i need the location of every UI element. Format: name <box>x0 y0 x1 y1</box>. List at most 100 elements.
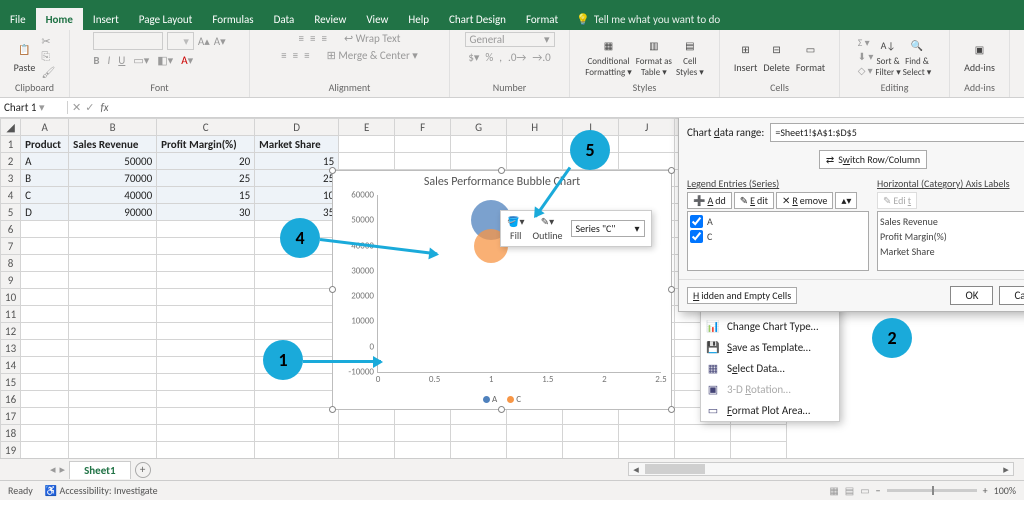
sheet-nav-prev[interactable]: ◂ <box>50 463 56 476</box>
row-header[interactable]: 6 <box>1 221 21 238</box>
format-painter-icon[interactable]: 🖌 <box>41 66 55 79</box>
fill-dropdown[interactable]: 🪣▾Fill <box>507 215 524 242</box>
axis-listbox[interactable]: Sales Revenue Profit Margin(%) Market Sh… <box>877 211 1024 271</box>
col-header[interactable]: D <box>255 119 339 136</box>
dec-decimal-button[interactable]: →.0 <box>532 51 550 64</box>
conditional-formatting-button[interactable]: ▦ConditionalFormatting ▾ <box>585 35 632 78</box>
align-top-icon[interactable]: ≡ <box>299 32 304 45</box>
cell[interactable]: A <box>21 153 69 170</box>
resize-handle[interactable] <box>668 406 675 413</box>
paste-button[interactable]: 📋 Paste <box>14 40 36 74</box>
cell[interactable]: Profit Margin(%) <box>157 136 255 153</box>
scroll-left-icon[interactable]: ◂ <box>629 463 643 476</box>
select-all-corner[interactable]: ◢ <box>1 119 21 136</box>
merge-center-button[interactable]: ⊞ Merge & Center ▾ <box>327 49 418 62</box>
row-header[interactable]: 13 <box>1 340 21 357</box>
row-header[interactable]: 4 <box>1 187 21 204</box>
menu-select-data[interactable]: ▦Select Data… <box>701 358 839 379</box>
series-checkbox[interactable] <box>690 230 703 243</box>
cell[interactable]: 25 <box>157 170 255 187</box>
name-box[interactable]: Chart 1 ▾ <box>0 101 68 114</box>
align-middle-icon[interactable]: ≡ <box>310 32 315 45</box>
horizontal-scrollbar[interactable]: ◂ ▸ <box>628 462 1014 476</box>
copy-icon[interactable]: ⎘ <box>41 50 55 64</box>
cell[interactable]: C <box>21 187 69 204</box>
resize-handle[interactable] <box>329 167 336 174</box>
menu-format-plot-area[interactable]: ▭Format Plot Area… <box>701 400 839 421</box>
scroll-right-icon[interactable]: ▸ <box>999 463 1013 476</box>
cell[interactable]: Sales Revenue <box>69 136 157 153</box>
cell[interactable]: 40000 <box>69 187 157 204</box>
chevron-down-icon[interactable]: ▾ <box>39 101 45 114</box>
resize-handle[interactable] <box>498 167 505 174</box>
row-header[interactable]: 2 <box>1 153 21 170</box>
fx-icon[interactable]: fx <box>94 101 114 114</box>
cell[interactable]: Product <box>21 136 69 153</box>
zoom-out-button[interactable]: − <box>876 484 881 497</box>
data-range-input[interactable]: =Sheet1!$A$1:$D$5▣ <box>770 123 1024 142</box>
list-item[interactable]: A <box>690 214 866 229</box>
sort-filter-button[interactable]: A↓Sort &Filter ▾ <box>875 35 900 78</box>
find-select-button[interactable]: 🔍Find &Select ▾ <box>903 35 932 78</box>
accessibility-status[interactable]: ♿ Accessibility: Investigate <box>45 484 158 497</box>
resize-handle[interactable] <box>329 406 336 413</box>
addins-button[interactable]: ▣Add-ins <box>964 40 995 74</box>
align-bottom-icon[interactable]: ≡ <box>321 32 326 45</box>
row-header[interactable]: 16 <box>1 391 21 408</box>
underline-button[interactable]: U <box>118 54 125 67</box>
series-up-down[interactable]: ▴▾ <box>835 192 857 209</box>
edit-series-button[interactable]: ✎Edit <box>734 192 774 209</box>
row-header[interactable]: 8 <box>1 255 21 272</box>
font-color-button[interactable]: A▾ <box>181 54 193 67</box>
col-header[interactable]: E <box>339 119 395 136</box>
series-listbox[interactable]: A C <box>687 211 869 271</box>
cancel-button[interactable]: Cancel <box>999 286 1024 305</box>
format-as-table-button[interactable]: ▥Format asTable ▾ <box>636 35 672 78</box>
row-header[interactable]: 3 <box>1 170 21 187</box>
col-header[interactable]: G <box>451 119 507 136</box>
tab-page-layout[interactable]: Page Layout <box>129 8 203 30</box>
view-page-layout-icon[interactable]: ▤ <box>845 484 854 497</box>
autosum-button[interactable]: Σ ▾ <box>858 36 874 49</box>
zoom-level[interactable]: 100% <box>994 484 1016 497</box>
series-selector[interactable]: Series "C"▾ <box>571 220 645 237</box>
chart-object[interactable]: Sales Performance Bubble Chart 60000 500… <box>332 170 672 410</box>
accounting-button[interactable]: $▾ <box>468 51 479 64</box>
tab-file[interactable]: File <box>0 8 36 30</box>
tab-data[interactable]: Data <box>264 8 305 30</box>
tab-view[interactable]: View <box>356 8 398 30</box>
fill-color-button[interactable]: ◧▾ <box>157 54 173 67</box>
col-header[interactable]: F <box>395 119 451 136</box>
col-header[interactable]: B <box>69 119 157 136</box>
tell-me[interactable]: 💡 Tell me what you want to do <box>576 8 720 30</box>
col-header[interactable]: C <box>157 119 255 136</box>
tab-home[interactable]: Home <box>36 8 83 30</box>
resize-handle[interactable] <box>329 286 336 293</box>
cell-styles-button[interactable]: ▤CellStyles ▾ <box>676 35 704 78</box>
tab-formulas[interactable]: Formulas <box>202 8 263 30</box>
cell[interactable]: 20 <box>157 153 255 170</box>
col-header[interactable]: J <box>619 119 675 136</box>
format-cells-button[interactable]: ▭Format <box>796 40 825 74</box>
row-header[interactable]: 9 <box>1 272 21 289</box>
tab-help[interactable]: Help <box>398 8 439 30</box>
col-header[interactable]: H <box>507 119 563 136</box>
new-sheet-button[interactable]: + <box>135 462 151 478</box>
resize-handle[interactable] <box>668 167 675 174</box>
cell[interactable]: 25 <box>255 170 339 187</box>
list-item[interactable]: C <box>690 229 866 244</box>
number-format-select[interactable]: General <box>470 33 505 46</box>
enter-formula-icon[interactable]: ✓ <box>85 101 94 114</box>
tab-review[interactable]: Review <box>304 8 356 30</box>
resize-handle[interactable] <box>498 406 505 413</box>
inc-decimal-button[interactable]: .0→ <box>508 51 526 64</box>
cell[interactable]: 30 <box>157 204 255 221</box>
cut-icon[interactable]: ✂ <box>41 35 55 48</box>
row-header[interactable]: 7 <box>1 238 21 255</box>
chart-title[interactable]: Sales Performance Bubble Chart <box>333 175 671 189</box>
row-header[interactable]: 12 <box>1 323 21 340</box>
sheet-nav-next[interactable]: ▸ <box>60 463 66 476</box>
view-normal-icon[interactable]: ▦ <box>829 484 838 497</box>
cell[interactable]: B <box>21 170 69 187</box>
wrap-text-button[interactable]: ↩ Wrap Text <box>344 32 401 45</box>
